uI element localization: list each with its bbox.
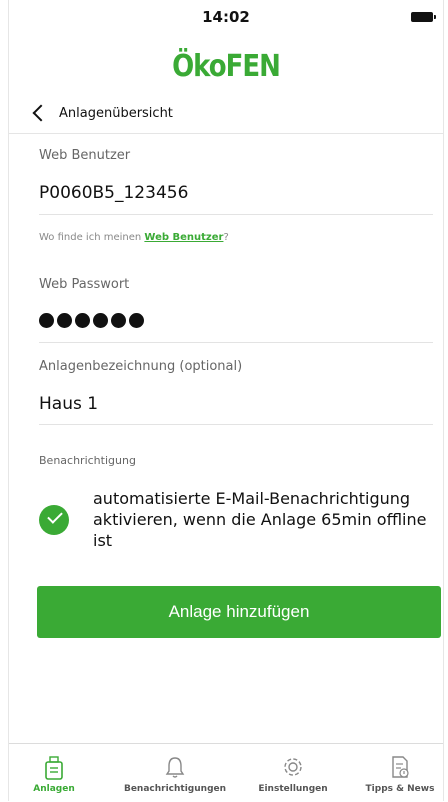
tab-benachrichtigungen[interactable]: Benachrichtigungen (115, 744, 235, 802)
add-system-button[interactable]: Anlage hinzufügen (37, 586, 441, 638)
web-user-help-link[interactable]: Web Benutzer (144, 232, 223, 243)
password-dot (57, 313, 72, 328)
notification-checkbox[interactable] (39, 505, 69, 535)
tab-anlagen[interactable]: Anlagen (9, 744, 99, 802)
system-name-input[interactable]: Haus 1 (39, 394, 98, 414)
tab-tipps-news[interactable]: Tipps & News (355, 744, 445, 802)
chevron-left-icon (32, 104, 50, 122)
bell-icon (165, 757, 185, 778)
web-user-input[interactable]: P0060B5_123456 (39, 183, 188, 203)
nav-divider (9, 133, 443, 134)
status-bar: 14:02 (9, 0, 443, 30)
hint-suffix: ? (223, 232, 229, 243)
system-name-underline (39, 424, 433, 425)
tab-benachrichtigungen-label: Benachrichtigungen (123, 784, 227, 794)
password-dot (39, 313, 54, 328)
system-name-label: Anlagenbezeichnung (optional) (39, 359, 243, 374)
system-icon (45, 756, 63, 780)
tab-anlagen-label: Anlagen (33, 784, 75, 794)
password-dot (75, 313, 90, 328)
password-dot (129, 313, 144, 328)
tab-einstellungen-label: Einstellungen (258, 784, 328, 794)
web-password-underline (39, 342, 433, 343)
web-user-label: Web Benutzer (39, 148, 131, 163)
password-dot (93, 313, 108, 328)
tab-tipps-news-label: Tipps & News (365, 784, 435, 794)
notification-section-title: Benachrichtigung (39, 454, 136, 467)
notification-checkbox-label: automatisierte E-Mail-Benachrichtigung a… (93, 489, 427, 550)
news-icon (392, 756, 409, 778)
tab-einstellungen[interactable]: Einstellungen (245, 744, 341, 802)
brand-logo: ÖkoFEN (172, 49, 281, 85)
battery-icon (411, 12, 436, 22)
hint-prefix: Wo finde ich meinen (39, 232, 145, 243)
back-label: Anlagenübersicht (59, 105, 173, 121)
web-user-hint: Wo finde ich meinen Web Benutzer? (39, 232, 229, 243)
gear-icon (284, 758, 302, 776)
status-time: 14:02 (202, 8, 250, 26)
back-button[interactable]: Anlagenübersicht (31, 100, 173, 126)
app-screen: 14:02 ÖkoFEN Anlagenübersicht Web Benutz… (8, 0, 444, 802)
web-password-input[interactable] (39, 313, 144, 328)
tab-bar: Anlagen Benachrichtigungen Einstellungen (9, 743, 443, 802)
web-user-underline (39, 214, 433, 215)
web-password-label: Web Passwort (39, 277, 130, 292)
password-dot (111, 313, 126, 328)
